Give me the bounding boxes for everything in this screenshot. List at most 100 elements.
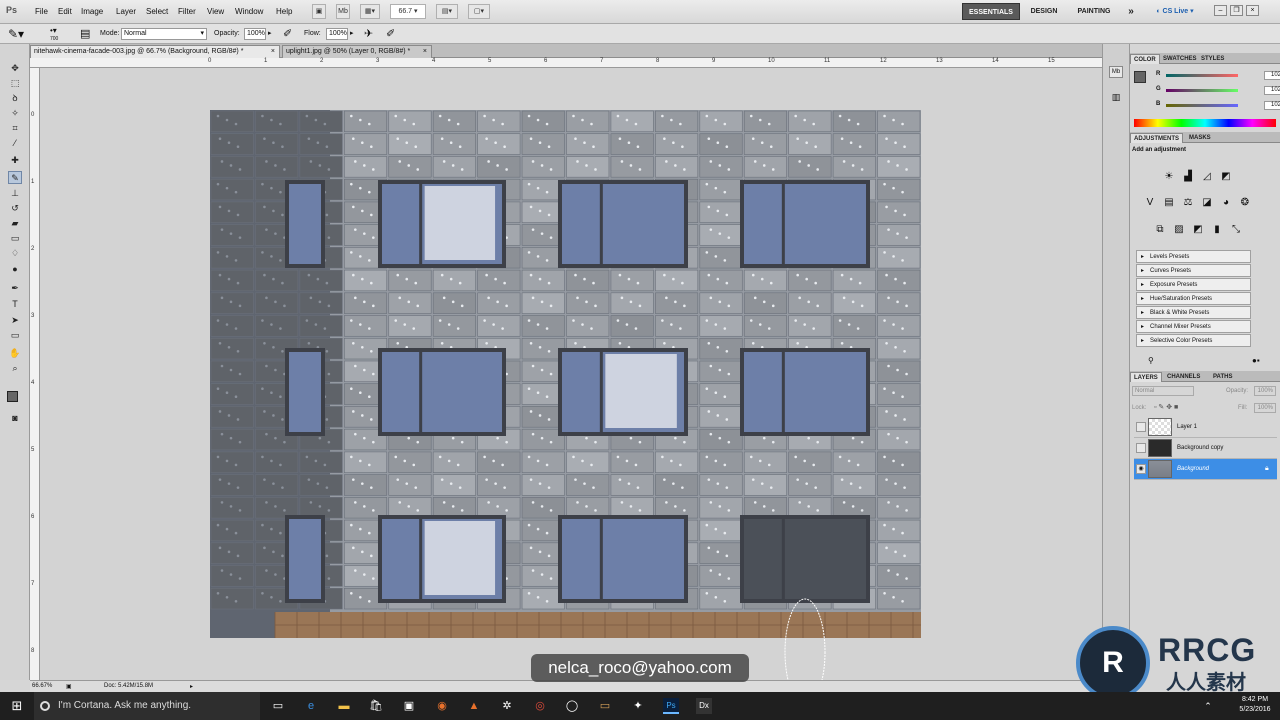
menu-view[interactable]: View <box>207 7 224 16</box>
menu-edit[interactable]: Edit <box>58 7 72 16</box>
minibridge-button[interactable]: Mb <box>336 4 350 19</box>
blur-tool-icon[interactable]: ♢ <box>8 247 22 260</box>
lasso-tool-icon[interactable]: ꝺ <box>8 92 22 105</box>
menu-file[interactable]: File <box>35 7 48 16</box>
cs-live-button[interactable]: ◐ CS Live ▾ <box>1150 3 1200 20</box>
layer-fill-field[interactable]: 100% <box>1254 403 1276 413</box>
tab-adjustments[interactable]: ADJUSTMENTS <box>1130 133 1184 143</box>
blue-slider[interactable]: B 102 <box>1156 101 1280 110</box>
tab-layers[interactable]: LAYERS <box>1130 372 1162 382</box>
eye-icon[interactable]: ◉ <box>1136 464 1146 474</box>
windows-start-icon[interactable]: ⊞ <box>0 692 34 720</box>
black-white-icon[interactable]: ◪ <box>1201 197 1213 209</box>
black-white-presets[interactable]: Black & White Presets <box>1136 306 1251 319</box>
mode-select[interactable]: Normal ▾ <box>121 28 207 40</box>
gradient-map-icon[interactable]: ▮ <box>1211 224 1223 236</box>
red-slider[interactable]: R 102 <box>1156 71 1280 80</box>
green-slider[interactable]: G 102 <box>1156 86 1280 95</box>
workspace-essentials[interactable]: ESSENTIALS <box>962 3 1020 20</box>
eraser-tool-icon[interactable]: ▰ <box>8 217 22 230</box>
selective-color-icon[interactable]: ⤡ <box>1230 224 1242 236</box>
tab-styles[interactable]: STYLES <box>1198 54 1227 64</box>
tab-nitehawk-document[interactable]: nitehawk-cinema-facade-003.jpg @ 66.7% (… <box>30 45 280 58</box>
layer-blend-mode-select[interactable]: Normal <box>1132 386 1194 396</box>
menu-image[interactable]: Image <box>81 7 103 16</box>
tab-paths[interactable]: PATHS <box>1210 372 1235 382</box>
workspace-painting[interactable]: PAINTING <box>1070 3 1118 20</box>
minimize-icon[interactable]: – <box>1214 5 1227 16</box>
selective-color-presets[interactable]: Selective Color Presets <box>1136 334 1251 347</box>
app-icon[interactable]: ✲ <box>499 698 515 714</box>
history-brush-tool-icon[interactable]: ↺ <box>8 202 22 215</box>
tab-channels[interactable]: CHANNELS <box>1164 372 1203 382</box>
layer-row-background-copy[interactable]: Background copy <box>1134 438 1277 459</box>
eyedropper-tool-icon[interactable]: ⁄ <box>8 137 22 150</box>
crop-tool-icon[interactable]: ⌗ <box>8 122 22 135</box>
pressure-opacity-icon[interactable]: ✐ <box>283 27 292 40</box>
hue-saturation-icon[interactable]: ▤ <box>1163 197 1175 209</box>
invert-icon[interactable]: ⧉ <box>1154 224 1166 236</box>
red-value[interactable]: 102 <box>1264 71 1280 80</box>
healing-brush-tool-icon[interactable]: ✚ <box>8 154 22 167</box>
vlc-icon[interactable]: ▲ <box>466 698 482 714</box>
layer-row-layer-1[interactable]: Layer 1 <box>1134 417 1277 438</box>
status-zoom[interactable]: 66.67% <box>32 683 52 689</box>
zoom-tool-icon[interactable]: ⌕ <box>8 362 22 375</box>
pressure-size-icon[interactable]: ✐ <box>386 27 395 40</box>
airbrush-icon[interactable]: ✈ <box>364 27 373 40</box>
adjustment-panel-options-icon[interactable]: ●▪ <box>1252 356 1260 365</box>
adjustment-clip-icon[interactable]: ⚲ <box>1148 356 1154 365</box>
brush-preview-icon[interactable]: •▾ <box>50 26 57 35</box>
tab-close-icon[interactable]: × <box>271 46 275 58</box>
bridge-button[interactable]: ▣ <box>312 4 326 19</box>
move-tool-icon[interactable]: ✥ <box>8 62 22 75</box>
posterize-icon[interactable]: ▨ <box>1173 224 1185 236</box>
threshold-icon[interactable]: ◩ <box>1192 224 1204 236</box>
system-clock[interactable]: 8:42 PM 5/23/2016 <box>1232 695 1278 715</box>
status-info-icon[interactable]: ▣ <box>66 683 72 690</box>
clone-stamp-tool-icon[interactable]: ⊥ <box>8 187 22 200</box>
obs-icon[interactable]: ◯ <box>564 698 580 714</box>
task-view-icon[interactable]: ▭ <box>270 698 286 714</box>
screen-mode-button[interactable]: ▢▾ <box>468 4 490 19</box>
document-image-facade[interactable] <box>210 110 921 638</box>
flow-field[interactable]: 100% <box>326 28 348 40</box>
hue-saturation-presets[interactable]: Hue/Saturation Presets <box>1136 292 1251 305</box>
color-spectrum-ramp[interactable] <box>1134 119 1276 127</box>
brush-tool-icon[interactable]: ✎ <box>8 171 22 184</box>
file-explorer-icon[interactable]: ▬ <box>336 698 352 714</box>
brush-tool-preset-icon[interactable]: ✎▾ <box>8 27 24 41</box>
channel-mixer-icon[interactable]: ❂ <box>1239 197 1251 209</box>
status-menu-icon[interactable]: ▸ <box>190 683 193 690</box>
photoshop-taskbar-icon[interactable]: Ps <box>663 698 679 714</box>
channel-mixer-presets[interactable]: Channel Mixer Presets <box>1136 320 1251 333</box>
cortana-search-box[interactable]: I'm Cortana. Ask me anything. <box>34 692 260 720</box>
brightness-contrast-icon[interactable]: ☀ <box>1163 171 1175 183</box>
color-balance-icon[interactable]: ⚖ <box>1182 197 1194 209</box>
layer-row-background[interactable]: ◉ Background 🔒︎ <box>1134 459 1277 480</box>
green-value[interactable]: 102 <box>1264 86 1280 95</box>
shape-tool-icon[interactable]: ▭ <box>8 329 22 342</box>
layer-opacity-field[interactable]: 100% <box>1254 386 1276 396</box>
flow-dropdown-icon[interactable]: ▸ <box>350 29 354 37</box>
folder-icon[interactable]: ▭ <box>597 698 613 714</box>
type-tool-icon[interactable]: T <box>8 298 22 311</box>
menu-filter[interactable]: Filter <box>178 7 196 16</box>
restore-icon[interactable]: ❐ <box>1230 5 1243 16</box>
app-icon[interactable]: ✦ <box>630 698 646 714</box>
notification-icons[interactable]: ⌃ <box>1200 698 1216 714</box>
photos-icon[interactable]: ▣ <box>401 698 417 714</box>
foreground-color-swatch[interactable] <box>7 391 18 402</box>
tab-close-icon[interactable]: × <box>423 46 427 58</box>
menu-layer[interactable]: Layer <box>116 7 136 16</box>
curves-presets[interactable]: Curves Presets <box>1136 264 1251 277</box>
edge-icon[interactable]: e <box>303 698 319 714</box>
lock-icons[interactable]: ▫ ✎ ✥ ■ <box>1154 403 1178 411</box>
hand-tool-icon[interactable]: ✋ <box>8 347 22 360</box>
workspace-design[interactable]: DESIGN <box>1024 3 1064 20</box>
dodge-tool-icon[interactable]: ● <box>8 263 22 276</box>
marquee-tool-icon[interactable]: ⬚ <box>8 77 22 90</box>
firefox-icon[interactable]: ◉ <box>434 698 450 714</box>
layer-visibility-toggle[interactable] <box>1136 443 1146 453</box>
pen-tool-icon[interactable]: ✒ <box>8 282 22 295</box>
